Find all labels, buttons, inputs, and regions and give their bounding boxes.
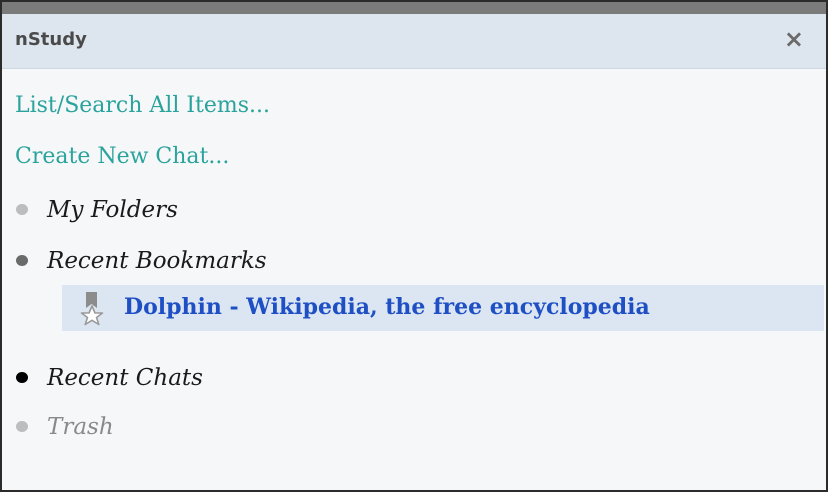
bookmark-star-icon bbox=[80, 292, 104, 326]
panel-titlebar: nStudy × bbox=[2, 14, 826, 69]
bullet-icon bbox=[16, 204, 28, 215]
list-search-all-items-link[interactable]: List/Search All Items... bbox=[15, 93, 270, 118]
nstudy-panel: nStudy × List/Search All Items... Create… bbox=[0, 0, 828, 492]
tree-item-label: Recent Bookmarks bbox=[47, 248, 267, 274]
tree-item-label: Recent Chats bbox=[47, 365, 203, 391]
bullet-icon bbox=[16, 372, 28, 383]
bookmark-item-dolphin[interactable]: Dolphin - Wikipedia, the free encycloped… bbox=[62, 285, 824, 331]
tree-item-label: My Folders bbox=[47, 197, 178, 223]
window-top-strip bbox=[2, 2, 826, 14]
tree-item-label: Trash bbox=[47, 414, 114, 440]
close-icon[interactable]: × bbox=[784, 25, 804, 53]
create-new-chat-link[interactable]: Create New Chat... bbox=[15, 144, 229, 169]
panel-title: nStudy bbox=[15, 29, 87, 50]
bullet-icon bbox=[16, 255, 28, 266]
bookmark-title: Dolphin - Wikipedia, the free encycloped… bbox=[124, 294, 650, 320]
bullet-icon bbox=[16, 421, 28, 432]
